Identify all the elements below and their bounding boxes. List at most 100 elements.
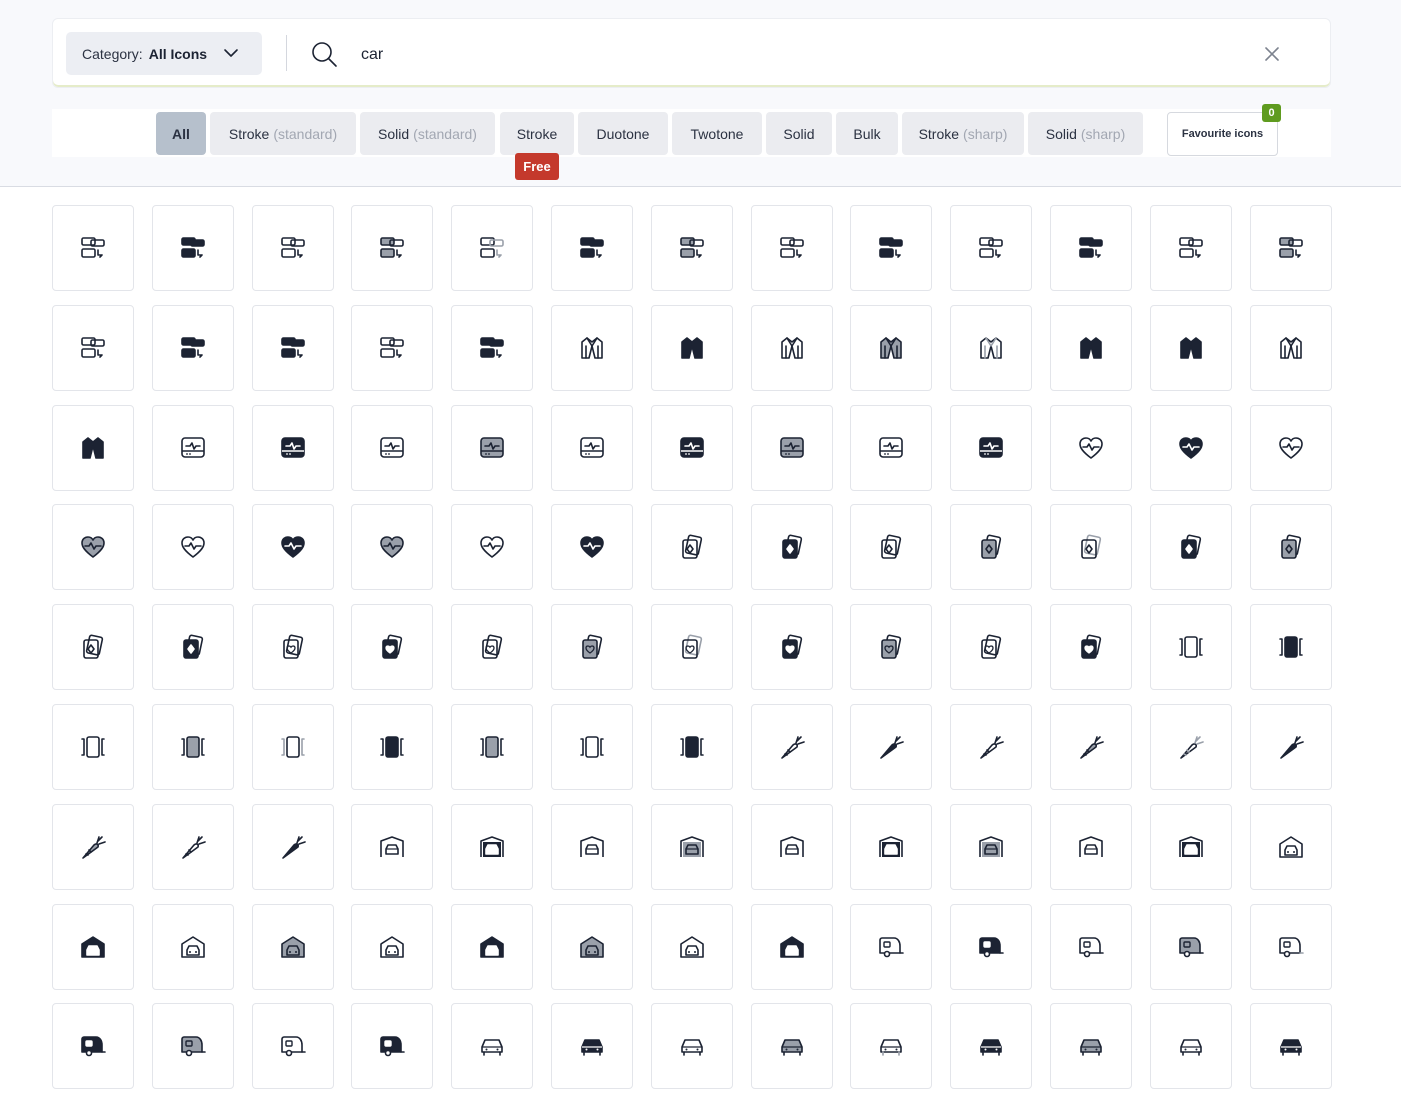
icon-tile[interactable] bbox=[152, 205, 234, 291]
icon-tile[interactable] bbox=[850, 704, 932, 790]
filter-chip-twotone[interactable]: Twotone bbox=[672, 112, 762, 155]
icon-tile[interactable] bbox=[1250, 604, 1332, 690]
icon-tile[interactable] bbox=[551, 704, 633, 790]
icon-tile[interactable] bbox=[351, 704, 433, 790]
icon-tile[interactable] bbox=[252, 904, 334, 990]
icon-tile[interactable] bbox=[152, 804, 234, 890]
icon-tile[interactable] bbox=[451, 1003, 533, 1089]
icon-tile[interactable] bbox=[1150, 604, 1232, 690]
filter-chip-stroke-sharp[interactable]: Stroke (sharp) bbox=[902, 112, 1024, 155]
icon-tile[interactable] bbox=[1250, 804, 1332, 890]
icon-tile[interactable] bbox=[950, 205, 1032, 291]
icon-tile[interactable] bbox=[651, 305, 733, 391]
filter-chip-all[interactable]: All bbox=[156, 112, 206, 155]
icon-tile[interactable] bbox=[1250, 1003, 1332, 1089]
icon-tile[interactable] bbox=[252, 405, 334, 491]
icon-tile[interactable] bbox=[351, 904, 433, 990]
icon-tile[interactable] bbox=[252, 305, 334, 391]
icon-tile[interactable] bbox=[751, 504, 833, 590]
icon-tile[interactable] bbox=[751, 305, 833, 391]
icon-tile[interactable] bbox=[1250, 904, 1332, 990]
icon-tile[interactable] bbox=[451, 305, 533, 391]
icon-tile[interactable] bbox=[551, 305, 633, 391]
icon-tile[interactable] bbox=[950, 504, 1032, 590]
icon-tile[interactable] bbox=[950, 305, 1032, 391]
icon-tile[interactable] bbox=[152, 305, 234, 391]
icon-tile[interactable] bbox=[52, 504, 134, 590]
icon-tile[interactable] bbox=[950, 405, 1032, 491]
icon-tile[interactable] bbox=[1250, 504, 1332, 590]
icon-tile[interactable] bbox=[1150, 504, 1232, 590]
icon-tile[interactable] bbox=[351, 205, 433, 291]
icon-tile[interactable] bbox=[351, 1003, 433, 1089]
filter-chip-solid[interactable]: Solid bbox=[766, 112, 832, 155]
icon-tile[interactable] bbox=[551, 1003, 633, 1089]
icon-tile[interactable] bbox=[1250, 704, 1332, 790]
icon-tile[interactable] bbox=[850, 904, 932, 990]
icon-tile[interactable] bbox=[950, 804, 1032, 890]
icon-tile[interactable] bbox=[52, 405, 134, 491]
search-input[interactable] bbox=[359, 39, 1243, 71]
icon-tile[interactable] bbox=[850, 405, 932, 491]
icon-tile[interactable] bbox=[651, 704, 733, 790]
icon-tile[interactable] bbox=[52, 604, 134, 690]
icon-tile[interactable] bbox=[1050, 405, 1132, 491]
icon-tile[interactable] bbox=[252, 704, 334, 790]
category-dropdown[interactable]: Category: All Icons bbox=[66, 32, 262, 75]
icon-tile[interactable] bbox=[1050, 804, 1132, 890]
icon-tile[interactable] bbox=[651, 804, 733, 890]
icon-tile[interactable] bbox=[1250, 405, 1332, 491]
icon-tile[interactable] bbox=[252, 604, 334, 690]
icon-tile[interactable] bbox=[751, 704, 833, 790]
icon-tile[interactable] bbox=[1050, 904, 1132, 990]
icon-tile[interactable] bbox=[152, 405, 234, 491]
icon-tile[interactable] bbox=[1150, 1003, 1232, 1089]
icon-tile[interactable] bbox=[451, 804, 533, 890]
icon-tile[interactable] bbox=[950, 604, 1032, 690]
icon-tile[interactable] bbox=[1050, 704, 1132, 790]
icon-tile[interactable] bbox=[52, 305, 134, 391]
icon-tile[interactable] bbox=[1150, 405, 1232, 491]
icon-tile[interactable] bbox=[751, 904, 833, 990]
icon-tile[interactable] bbox=[1050, 1003, 1132, 1089]
filter-chip-stroke[interactable]: Stroke bbox=[500, 112, 574, 155]
icon-tile[interactable] bbox=[451, 504, 533, 590]
icon-tile[interactable] bbox=[451, 205, 533, 291]
icon-tile[interactable] bbox=[252, 804, 334, 890]
icon-tile[interactable] bbox=[52, 804, 134, 890]
icon-tile[interactable] bbox=[850, 1003, 932, 1089]
icon-tile[interactable] bbox=[950, 1003, 1032, 1089]
icon-tile[interactable] bbox=[651, 504, 733, 590]
icon-tile[interactable] bbox=[751, 205, 833, 291]
filter-chip-duotone[interactable]: Duotone bbox=[578, 112, 668, 155]
icon-tile[interactable] bbox=[651, 405, 733, 491]
icon-tile[interactable] bbox=[950, 704, 1032, 790]
icon-tile[interactable] bbox=[651, 205, 733, 291]
icon-tile[interactable] bbox=[351, 305, 433, 391]
icon-tile[interactable] bbox=[1150, 704, 1232, 790]
close-icon[interactable] bbox=[1262, 44, 1282, 64]
icon-tile[interactable] bbox=[152, 1003, 234, 1089]
icon-tile[interactable] bbox=[252, 205, 334, 291]
icon-tile[interactable] bbox=[1250, 305, 1332, 391]
icon-tile[interactable] bbox=[551, 504, 633, 590]
icon-tile[interactable] bbox=[551, 205, 633, 291]
filter-chip-stroke-standard[interactable]: Stroke (standard) bbox=[210, 112, 356, 155]
icon-tile[interactable] bbox=[1150, 904, 1232, 990]
icon-tile[interactable] bbox=[751, 405, 833, 491]
icon-tile[interactable] bbox=[252, 1003, 334, 1089]
filter-chip-solid-sharp[interactable]: Solid (sharp) bbox=[1028, 112, 1143, 155]
icon-tile[interactable] bbox=[751, 804, 833, 890]
icon-tile[interactable] bbox=[1250, 205, 1332, 291]
icon-tile[interactable] bbox=[651, 604, 733, 690]
icon-tile[interactable] bbox=[551, 904, 633, 990]
icon-tile[interactable] bbox=[1150, 205, 1232, 291]
icon-tile[interactable] bbox=[152, 704, 234, 790]
icon-tile[interactable] bbox=[1050, 604, 1132, 690]
icon-tile[interactable] bbox=[751, 604, 833, 690]
icon-tile[interactable] bbox=[1050, 504, 1132, 590]
icon-tile[interactable] bbox=[451, 904, 533, 990]
filter-chip-solid-standard[interactable]: Solid (standard) bbox=[360, 112, 495, 155]
icon-tile[interactable] bbox=[152, 504, 234, 590]
icon-tile[interactable] bbox=[351, 604, 433, 690]
